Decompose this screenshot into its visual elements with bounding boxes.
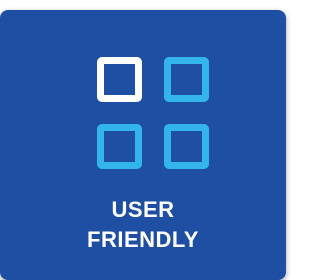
grid-cell (164, 124, 209, 169)
grid-layout-icon (97, 57, 209, 169)
grid-cell (97, 124, 142, 169)
grid-cell (164, 57, 209, 102)
feature-label-line-1: USER (111, 197, 175, 222)
feature-label-line-2: FRIENDLY (87, 227, 199, 252)
grid-cell-highlighted (97, 57, 142, 102)
user-friendly-card: USER FRIENDLY (0, 10, 286, 280)
feature-label: USER FRIENDLY (0, 195, 286, 255)
